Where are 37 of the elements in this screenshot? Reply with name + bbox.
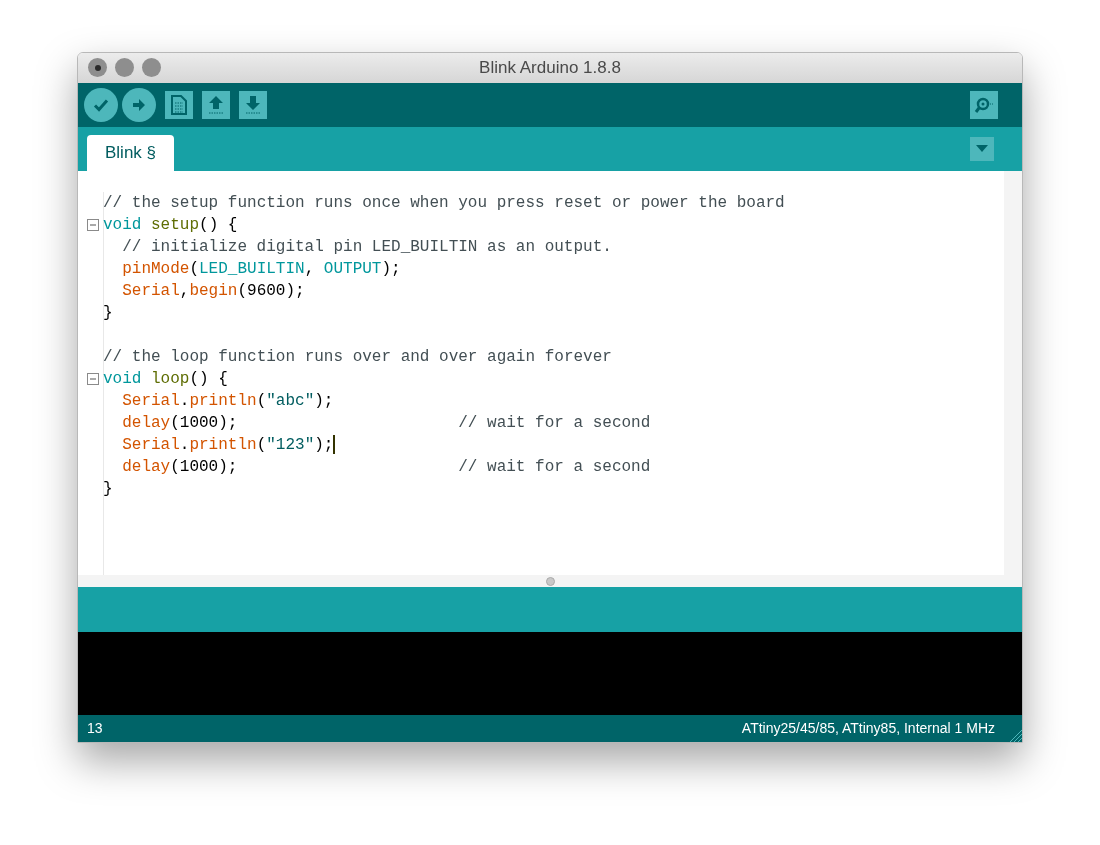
code-line: }: [103, 302, 113, 324]
zoom-button[interactable]: [142, 58, 161, 78]
window-title: Blink Arduino 1.8.8: [479, 57, 621, 80]
code-line: pinMode(LED_BUILTIN, OUTPUT);: [121, 258, 401, 280]
code-line: // the setup function runs once when you press reset or power the board: [103, 192, 785, 214]
board-info: ATtiny25/45/85, ATtiny85, Internal 1 MHz: [741, 719, 995, 739]
serial-monitor-button[interactable]: [970, 90, 998, 119]
verify-button[interactable]: [84, 87, 118, 122]
code-line: delay(1000); // wait for a second: [121, 456, 651, 478]
arrow-right-icon: [131, 96, 147, 113]
line-number: 13: [87, 719, 103, 739]
document-icon: [171, 94, 187, 115]
upload-button[interactable]: [122, 87, 156, 122]
close-button[interactable]: [88, 58, 107, 78]
code-line: delay(1000); // wait for a second: [121, 412, 651, 434]
splitter-handle-icon[interactable]: [545, 576, 555, 586]
up-arrow-icon: [207, 94, 225, 115]
caret-down-icon: [976, 145, 988, 153]
fold-minus-icon[interactable]: [87, 372, 99, 385]
sketch-tab[interactable]: Blink §: [87, 134, 175, 171]
code-line: Serial.println("123");: [121, 434, 334, 456]
code-line: void loop() {: [103, 368, 228, 390]
new-button[interactable]: [165, 90, 193, 119]
code-line: void setup() {: [103, 214, 238, 236]
code-line: Serial,begin(9600);: [121, 280, 305, 302]
code-line: }: [103, 478, 113, 500]
code-line: // initialize digital pin LED_BUILTIN as an output.: [121, 236, 612, 258]
fold-minus-icon[interactable]: [87, 218, 99, 231]
resize-grip-icon[interactable]: [1008, 728, 1022, 742]
minimize-button[interactable]: [115, 58, 134, 78]
open-button[interactable]: [202, 90, 230, 119]
tab-menu-button[interactable]: [970, 136, 994, 161]
code-line: // the loop function runs over and over again forever: [103, 346, 612, 368]
code-editor[interactable]: [78, 170, 1022, 575]
down-arrow-icon: [244, 94, 262, 115]
save-button[interactable]: [239, 90, 267, 119]
code-line: Serial.println("abc");: [121, 390, 334, 412]
